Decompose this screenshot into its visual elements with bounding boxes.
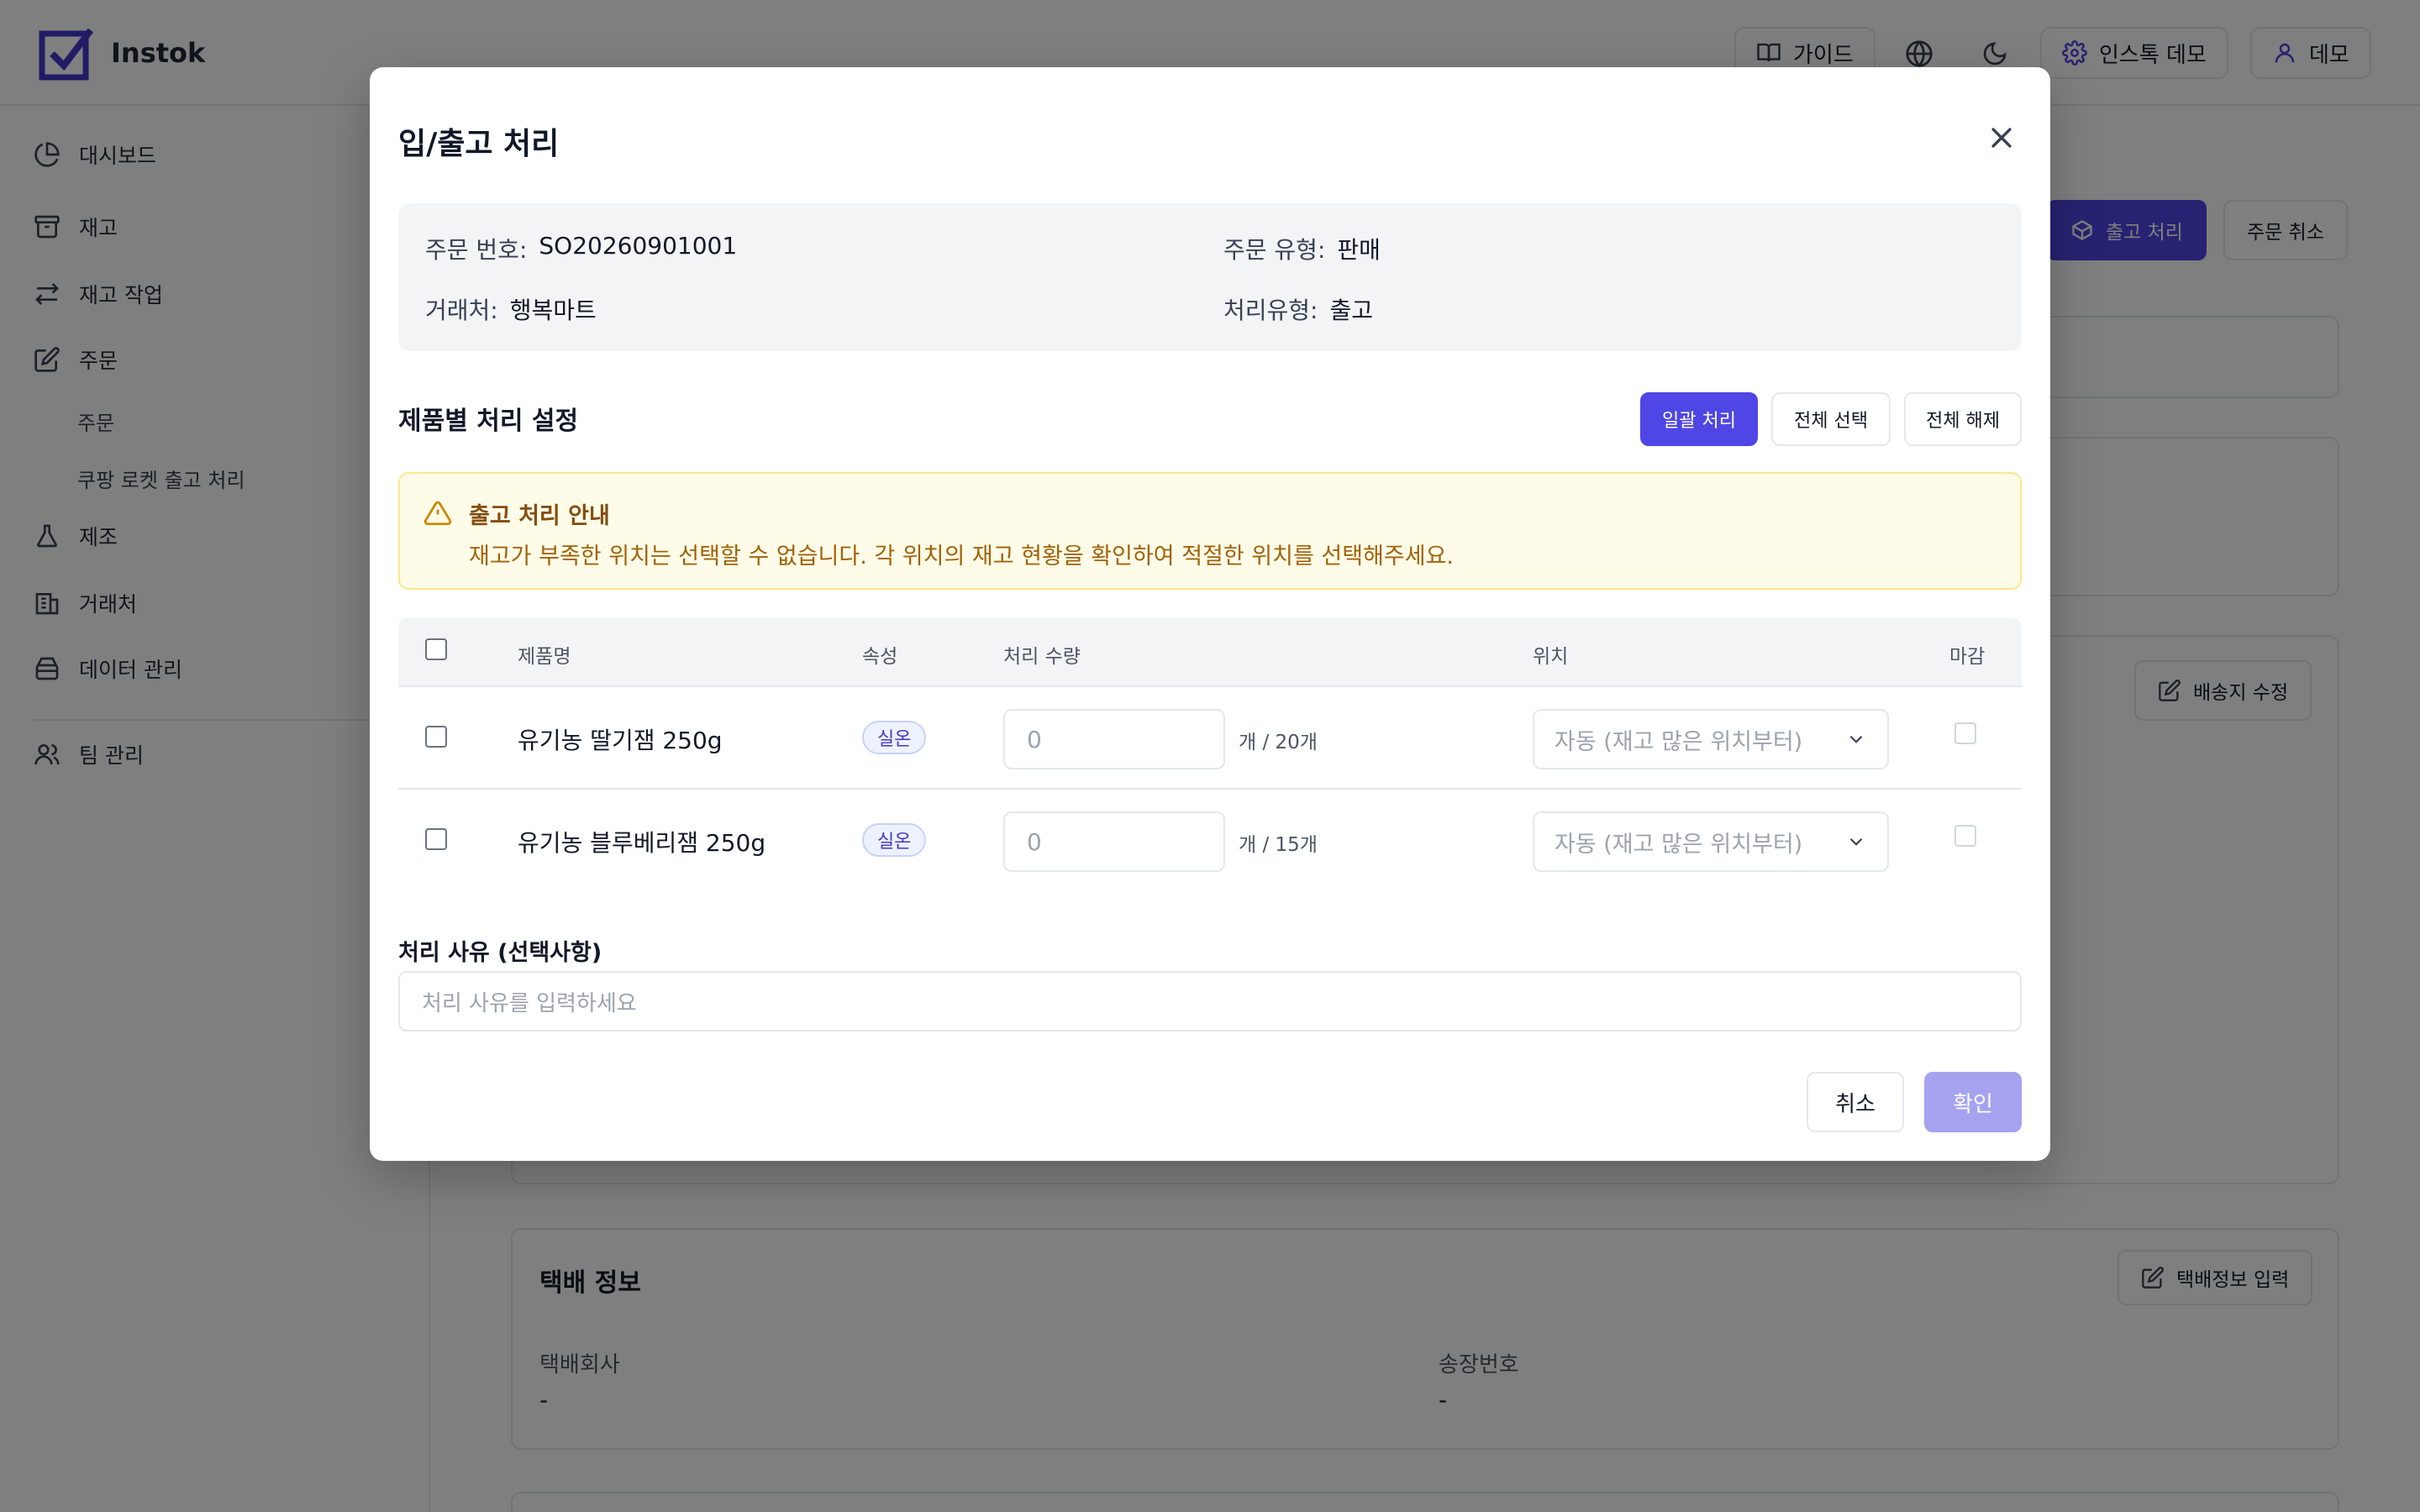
attribute-badge: 실온 <box>862 823 927 857</box>
row-checkbox[interactable] <box>425 828 447 850</box>
product-name: 유기농 딸기잼 250g <box>518 727 723 754</box>
section-title: 제품별 처리 설정 <box>398 407 579 436</box>
header-quantity: 처리 수량 <box>1003 646 1081 668</box>
order-number-value: SO20260901001 <box>539 232 738 260</box>
select-all-checkbox[interactable] <box>425 638 447 660</box>
cancel-button[interactable]: 취소 <box>1807 1072 1904 1132</box>
location-select[interactable]: 자동 (재고 많은 위치부터) <box>1533 709 1889 769</box>
warning-title: 출고 처리 안내 <box>469 503 610 529</box>
process-type-value: 출고 <box>1329 297 1374 324</box>
quantity-input[interactable]: 0 <box>1003 811 1225 872</box>
close-checkbox[interactable] <box>1954 722 1976 744</box>
process-type-label: 처리유형: <box>1223 297 1318 324</box>
order-number: 주문 번호: SO20260901001 <box>425 232 737 265</box>
chevron-down-icon <box>1849 735 1863 743</box>
table-row: 유기농 블루베리잼 250g 실온 0 개 / 15개 자동 (재고 많은 위치… <box>398 790 2022 892</box>
warning-box: 출고 처리 안내 재고가 부족한 위치는 선택할 수 없습니다. 각 위치의 재… <box>398 472 2022 590</box>
process-type: 처리유형: 출고 <box>1223 292 1373 326</box>
quantity-input[interactable]: 0 <box>1003 709 1225 769</box>
client-label: 거래처: <box>425 297 498 324</box>
reason-input[interactable]: 처리 사유를 입력하세요 <box>398 971 2022 1032</box>
order-type: 주문 유형: 판매 <box>1223 232 1381 265</box>
warning-text: 재고가 부족한 위치는 선택할 수 없습니다. 각 위치의 재고 현황을 확인하… <box>469 543 1455 570</box>
deselect-all-button[interactable]: 전체 해제 <box>1904 392 2022 446</box>
warning-icon <box>424 501 452 526</box>
location-select[interactable]: 자동 (재고 많은 위치부터) <box>1533 811 1889 872</box>
header-close: 마감 <box>1949 646 1986 668</box>
client-value: 행복마트 <box>509 297 597 324</box>
modal-title: 입/출고 처리 <box>398 127 560 161</box>
quantity-max: 개 / 15개 <box>1239 834 1318 856</box>
client: 거래처: 행복마트 <box>425 292 597 326</box>
stock-process-modal: 입/출고 처리 주문 번호: SO20260901001 주문 유형: 판매 거… <box>370 67 2050 1161</box>
close-icon <box>1991 128 2012 148</box>
attribute-badge: 실온 <box>862 721 927 754</box>
close-button[interactable] <box>1981 118 2022 158</box>
header-product-name: 제품명 <box>518 646 571 668</box>
table-row: 유기농 딸기잼 250g 실온 0 개 / 20개 자동 (재고 많은 위치부터… <box>398 687 2022 790</box>
order-type-label: 주문 유형: <box>1223 236 1326 264</box>
quantity-max: 개 / 20개 <box>1239 732 1318 753</box>
reason-label: 처리 사유 (선택사항) <box>398 940 602 966</box>
order-number-label: 주문 번호: <box>425 236 528 264</box>
confirm-button[interactable]: 확인 <box>1924 1072 2022 1132</box>
order-type-value: 판매 <box>1337 236 1381 264</box>
bulk-process-button[interactable]: 일괄 처리 <box>1640 392 1758 446</box>
row-checkbox[interactable] <box>425 726 447 748</box>
location-value: 자동 (재고 많은 위치부터) <box>1555 728 1803 755</box>
product-name: 유기농 블루베리잼 250g <box>518 829 766 857</box>
location-value: 자동 (재고 많은 위치부터) <box>1555 831 1803 858</box>
table-header: 제품명 속성 처리 수량 위치 마감 <box>398 618 2022 687</box>
header-attribute: 속성 <box>862 646 898 668</box>
select-all-button[interactable]: 전체 선택 <box>1771 392 1891 446</box>
header-location: 위치 <box>1533 646 1569 668</box>
order-info-box: 주문 번호: SO20260901001 주문 유형: 판매 거래처: 행복마트… <box>398 203 2022 351</box>
chevron-down-icon <box>1849 837 1863 846</box>
close-checkbox[interactable] <box>1954 825 1976 847</box>
